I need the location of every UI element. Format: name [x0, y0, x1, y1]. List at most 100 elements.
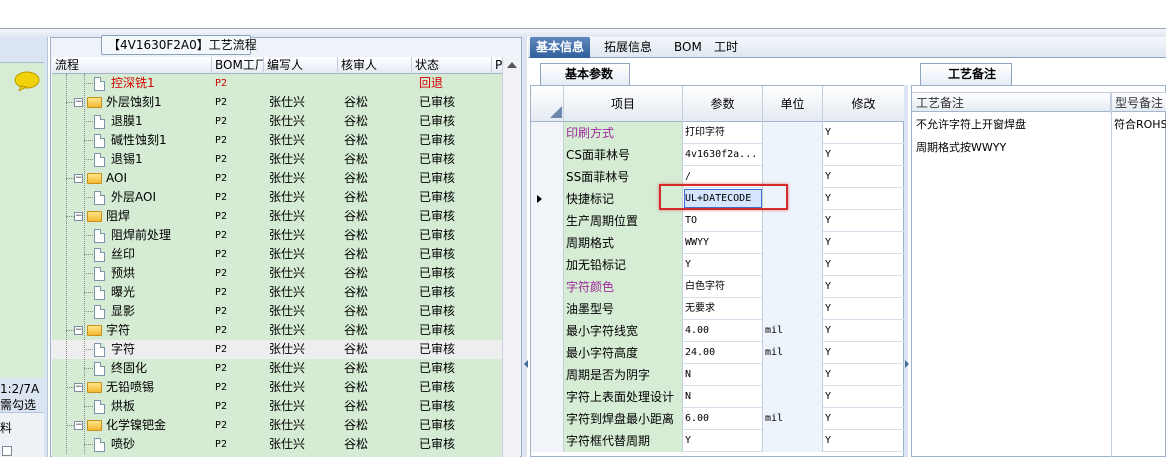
param-row[interactable]: 加无铅标记 Y Y — [531, 254, 905, 276]
note-line-1[interactable]: 不允许字符上开窗焊盘 — [916, 116, 1026, 132]
model-note[interactable]: 符合ROHS标 — [1114, 116, 1166, 132]
param-modify[interactable]: Y — [823, 122, 905, 144]
collapse-toggle-icon[interactable]: − — [74, 212, 83, 221]
param-modify[interactable]: Y — [823, 144, 905, 166]
param-value[interactable]: Y — [683, 430, 763, 452]
param-value[interactable]: 打印字符 — [683, 122, 763, 144]
row-header[interactable] — [531, 342, 564, 364]
param-value[interactable]: N — [683, 386, 763, 408]
param-unit[interactable] — [763, 122, 823, 144]
collapse-toggle-icon[interactable]: − — [74, 421, 83, 430]
tree-node[interactable]: − AOI — [74, 169, 127, 188]
process-flow-tab[interactable]: 【4V1630F2A0】工艺流程 — [101, 35, 257, 55]
tree-row[interactable]: 控深铣1 P2 回退 — [52, 74, 502, 93]
param-value[interactable]: Y — [683, 254, 763, 276]
param-row[interactable]: 字符上表面处理设计 N Y — [531, 386, 905, 408]
tree-node[interactable]: 喷砂 — [94, 435, 135, 454]
param-modify[interactable]: Y — [823, 188, 905, 210]
param-row[interactable]: 周期是否为阴字 N Y — [531, 364, 905, 386]
param-modify[interactable]: Y — [823, 408, 905, 430]
row-header[interactable] — [531, 276, 564, 298]
row-header[interactable] — [531, 386, 564, 408]
tab-bom[interactable]: BOM — [668, 37, 708, 58]
row-header[interactable] — [531, 364, 564, 386]
param-unit[interactable] — [763, 430, 823, 452]
collapse-left-icon[interactable] — [524, 360, 528, 368]
row-header[interactable] — [531, 122, 564, 144]
row-header[interactable] — [531, 430, 564, 452]
row-header[interactable] — [531, 210, 564, 232]
param-unit[interactable]: mil — [763, 320, 823, 342]
param-row[interactable]: 字符颜色 白色字符 Y — [531, 276, 905, 298]
tree-row[interactable]: 喷砂 P2 张仕兴 谷松 已审核 — [52, 435, 502, 454]
col-reviewer[interactable]: 核审人 — [338, 57, 412, 74]
col-item[interactable]: 项目 — [564, 86, 683, 122]
param-modify[interactable]: Y — [823, 364, 905, 386]
tree-node[interactable]: − 化学镍钯金 — [74, 416, 166, 435]
param-value[interactable]: WWYY — [683, 232, 763, 254]
middle-splitter[interactable] — [904, 85, 908, 457]
col-value[interactable]: 参数 — [683, 86, 763, 122]
tree-node[interactable]: 终固化 — [94, 359, 147, 378]
row-header[interactable] — [531, 232, 564, 254]
tree-row[interactable]: 烘板 P2 张仕兴 谷松 已审核 — [52, 397, 502, 416]
tree-node[interactable]: 退锡1 — [94, 150, 143, 169]
param-unit[interactable] — [763, 386, 823, 408]
col-modify[interactable]: 修改 — [823, 86, 905, 122]
param-unit[interactable] — [763, 254, 823, 276]
row-header[interactable] — [531, 254, 564, 276]
param-value[interactable]: TO — [683, 210, 763, 232]
col-unit[interactable]: 单位 — [763, 86, 823, 122]
tab-extended-info[interactable]: 拓展信息 — [598, 37, 658, 58]
param-row[interactable]: 最小字符线宽 4.00 mil Y — [531, 320, 905, 342]
tree-row[interactable]: − 化学镍钯金 P2 张仕兴 谷松 已审核 — [52, 416, 502, 435]
tree-row[interactable]: 碱性蚀刻1 P2 张仕兴 谷松 已审核 — [52, 131, 502, 150]
row-header[interactable] — [531, 166, 564, 188]
tree-row[interactable]: 外层AOI P2 张仕兴 谷松 已审核 — [52, 188, 502, 207]
param-modify[interactable]: Y — [823, 298, 905, 320]
tab-labor-time[interactable]: 工时 — [708, 37, 744, 58]
tree-node[interactable]: 碱性蚀刻1 — [94, 131, 167, 150]
col-model-note[interactable]: 型号备注 — [1111, 93, 1166, 113]
scroll-up-icon[interactable] — [507, 62, 517, 68]
row-header[interactable] — [531, 188, 564, 210]
param-modify[interactable]: Y — [823, 342, 905, 364]
col-flow[interactable]: 流程 — [52, 57, 212, 74]
tab-basic-info[interactable]: 基本信息 — [530, 37, 591, 58]
left-splitter[interactable] — [522, 37, 527, 457]
tree-row[interactable]: − 无铅喷锡 P2 张仕兴 谷松 已审核 — [52, 378, 502, 397]
param-unit[interactable] — [763, 144, 823, 166]
tree-node[interactable]: 控深铣1 — [94, 74, 155, 93]
tree-row[interactable]: 终固化 P2 张仕兴 谷松 已审核 — [52, 359, 502, 378]
tree-node[interactable]: 外层AOI — [94, 188, 156, 207]
param-unit[interactable] — [763, 210, 823, 232]
tree-node[interactable]: − 外层蚀刻1 — [74, 93, 162, 112]
tree-row[interactable]: 显影 P2 张仕兴 谷松 已审核 — [52, 302, 502, 321]
param-unit[interactable] — [763, 232, 823, 254]
param-unit[interactable]: mil — [763, 408, 823, 430]
left-checkbox[interactable] — [2, 446, 12, 456]
chat-bubble-icon[interactable] — [14, 71, 40, 91]
param-row[interactable]: 印刷方式 打印字符 Y — [531, 122, 905, 144]
tree-node[interactable]: 字符 — [94, 340, 135, 359]
row-header[interactable] — [531, 408, 564, 430]
param-row[interactable]: 字符框代替周期 Y Y — [531, 430, 905, 452]
tree-node[interactable]: 退膜1 — [94, 112, 143, 131]
col-writer[interactable]: 编写人 — [264, 57, 338, 74]
param-modify[interactable]: Y — [823, 166, 905, 188]
tree-node[interactable]: − 字符 — [74, 321, 130, 340]
param-value[interactable]: 无要求 — [683, 298, 763, 320]
param-row[interactable]: CS面菲林号 4v1630f2a... Y — [531, 144, 905, 166]
collapse-toggle-icon[interactable]: − — [74, 326, 83, 335]
param-value[interactable]: 白色字符 — [683, 276, 763, 298]
param-unit[interactable] — [763, 364, 823, 386]
tree-row[interactable]: 预烘 P2 张仕兴 谷松 已审核 — [52, 264, 502, 283]
param-row[interactable]: 生产周期位置 TO Y — [531, 210, 905, 232]
tree-node[interactable]: 显影 — [94, 302, 135, 321]
tree-row[interactable]: − AOI P2 张仕兴 谷松 已审核 — [52, 169, 502, 188]
tree-node[interactable]: 阻焊前处理 — [94, 226, 171, 245]
param-modify[interactable]: Y — [823, 232, 905, 254]
collapse-toggle-icon[interactable]: − — [74, 98, 83, 107]
param-modify[interactable]: Y — [823, 276, 905, 298]
param-value[interactable]: 24.00 — [683, 342, 763, 364]
